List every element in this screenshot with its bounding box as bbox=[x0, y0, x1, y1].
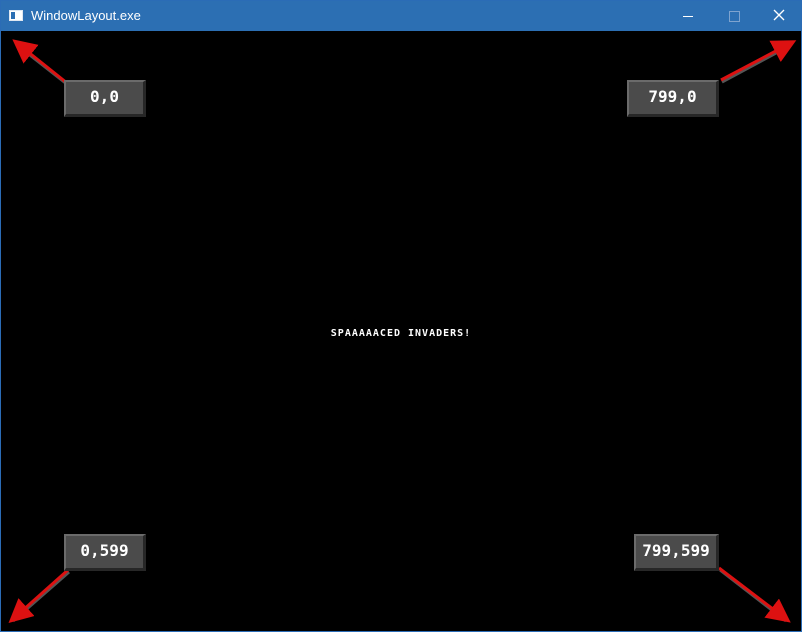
window-title: WindowLayout.exe bbox=[31, 8, 141, 23]
coord-label-top-right: 799,0 bbox=[627, 80, 719, 117]
coord-label-bottom-right: 799,599 bbox=[634, 534, 719, 571]
maximize-icon bbox=[729, 11, 740, 22]
arrow-bottom-right-icon bbox=[718, 566, 791, 623]
app-window: WindowLayout.exe 0,0 799,0 0,599 799,599… bbox=[0, 0, 802, 632]
game-title-text: SPAAAAACED INVADERS! bbox=[330, 328, 472, 339]
arrow-top-left-icon bbox=[12, 39, 68, 85]
close-icon bbox=[773, 9, 785, 21]
maximize-button[interactable] bbox=[711, 1, 757, 31]
app-window-icon[interactable] bbox=[9, 10, 23, 21]
coord-label-bottom-left: 0,599 bbox=[64, 534, 146, 571]
arrow-top-right-icon bbox=[720, 40, 797, 82]
minimize-button[interactable] bbox=[665, 1, 711, 31]
close-button[interactable] bbox=[757, 1, 801, 31]
minimize-icon bbox=[683, 16, 693, 17]
arrow-bottom-left-icon bbox=[8, 568, 69, 623]
title-bar[interactable]: WindowLayout.exe bbox=[1, 1, 801, 31]
game-canvas[interactable]: 0,0 799,0 0,599 799,599 SPAAAAACED INVAD… bbox=[1, 31, 801, 631]
coord-label-top-left: 0,0 bbox=[64, 80, 146, 117]
